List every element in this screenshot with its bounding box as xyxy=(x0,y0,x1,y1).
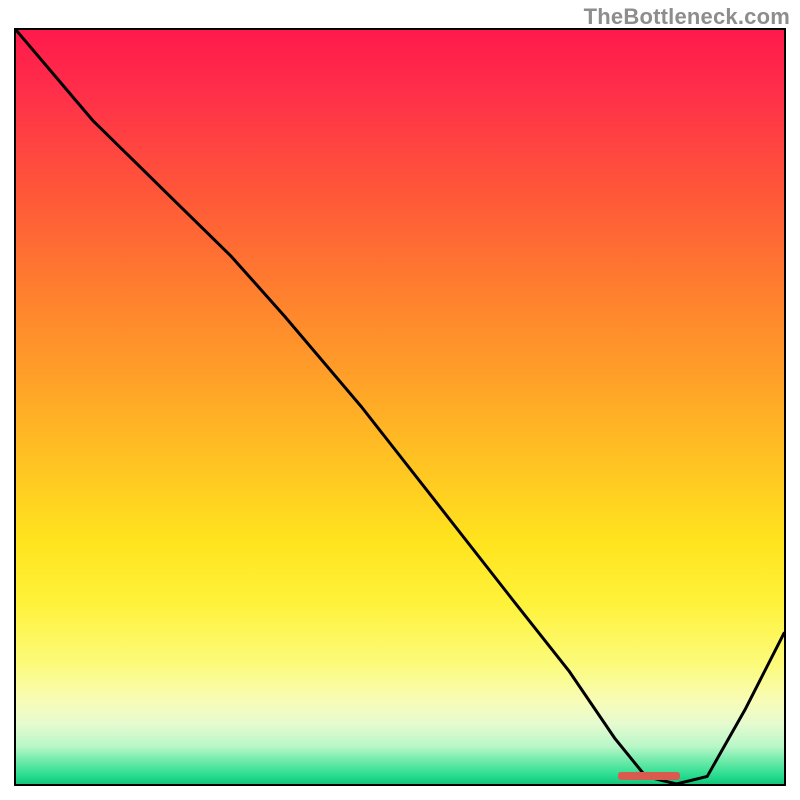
chart-area xyxy=(14,28,786,786)
bottleneck-marker xyxy=(618,772,680,780)
watermark-label: TheBottleneck.com xyxy=(584,4,790,30)
line-series xyxy=(16,30,784,784)
